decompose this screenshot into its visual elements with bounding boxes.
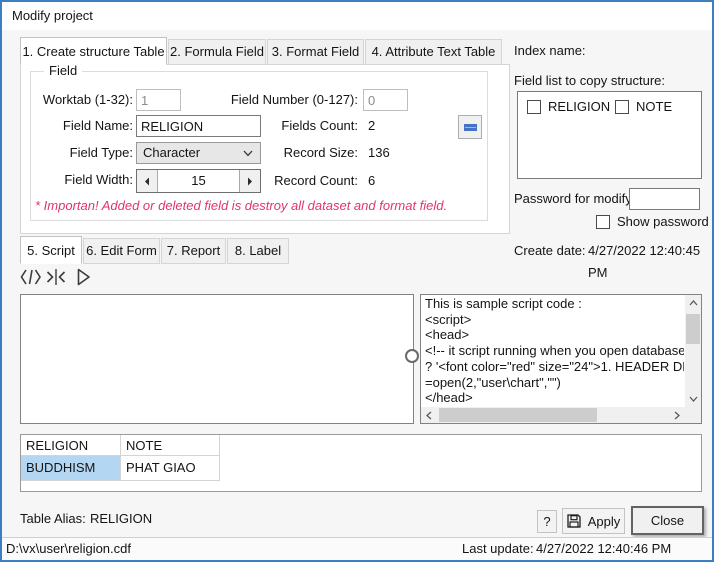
minus-icon bbox=[463, 123, 477, 131]
field-type-value: Character bbox=[143, 145, 201, 160]
vertical-scrollbar-thumb[interactable] bbox=[686, 314, 700, 344]
tab-formula-field[interactable]: 2. Formula Field bbox=[168, 39, 266, 65]
field-name-input[interactable] bbox=[136, 115, 261, 137]
splitter-grip[interactable] bbox=[405, 349, 419, 363]
checkbox-icon[interactable] bbox=[527, 99, 541, 114]
tab-script[interactable]: 5. Script bbox=[20, 236, 82, 264]
script-editor[interactable] bbox=[20, 294, 414, 424]
stepper-decrease-button[interactable] bbox=[137, 170, 158, 192]
password-input[interactable] bbox=[629, 188, 700, 210]
sample-line: <script> bbox=[425, 311, 472, 327]
grid-column-header[interactable]: RELIGION bbox=[21, 435, 121, 456]
tab-label[interactable]: 8. Label bbox=[227, 238, 289, 264]
field-list-box: RELIGION NOTE bbox=[517, 91, 702, 179]
field-width-value: 15 bbox=[191, 173, 206, 188]
help-button[interactable]: ? bbox=[537, 510, 557, 533]
show-password-checkbox[interactable]: Show password bbox=[596, 214, 709, 229]
remove-field-button[interactable] bbox=[458, 115, 482, 139]
record-size-label: Record Size: bbox=[283, 145, 358, 160]
field-list-item-label: RELIGION bbox=[548, 99, 611, 114]
modify-project-dialog: Modify project 1. Create structure Table… bbox=[0, 0, 714, 562]
field-type-select[interactable]: Character bbox=[136, 142, 261, 164]
fields-count-label: Fields Count: bbox=[281, 118, 358, 133]
tab-attribute-text-table[interactable]: 4. Attribute Text Table bbox=[365, 39, 502, 65]
tab-create-structure-table[interactable]: 1. Create structure Table bbox=[20, 37, 167, 65]
scroll-up-icon[interactable] bbox=[685, 295, 701, 311]
field-list-item-label: NOTE bbox=[636, 99, 673, 114]
grid-cell-religion[interactable]: BUDDHISM bbox=[21, 456, 121, 481]
code-icon[interactable] bbox=[20, 268, 44, 288]
password-label: Password for modify: bbox=[514, 191, 636, 206]
file-path: D:\vx\user\religion.cdf bbox=[6, 541, 131, 556]
record-count-value: 6 bbox=[368, 173, 376, 188]
sample-line: =open(2,"user\chart","") bbox=[425, 374, 561, 390]
grid-column-header[interactable]: NOTE bbox=[121, 435, 220, 456]
record-size-value: 136 bbox=[368, 145, 390, 160]
sample-line: This is sample script code : bbox=[425, 296, 582, 311]
tab-format-field[interactable]: 3. Format Field bbox=[267, 39, 364, 65]
sample-line: <!-- it script running when you open dat… bbox=[425, 343, 684, 359]
grid-header-row: RELIGION NOTE bbox=[21, 435, 701, 456]
vertical-scrollbar[interactable] bbox=[685, 295, 701, 407]
arrow-right-icon bbox=[248, 177, 252, 185]
horizontal-scrollbar[interactable] bbox=[421, 407, 685, 423]
sample-script-box[interactable]: This is sample script code : <script> <h… bbox=[420, 294, 702, 424]
worktab-label: Worktab (1-32): bbox=[42, 92, 133, 107]
last-update-label: Last update: bbox=[462, 541, 534, 556]
sample-script-text: This is sample script code : <script> <h… bbox=[425, 296, 684, 406]
run-icon[interactable] bbox=[76, 268, 100, 288]
scroll-left-icon[interactable] bbox=[421, 407, 437, 423]
scrollbar-corner bbox=[685, 407, 701, 423]
field-number-label: Field Number (0-127): bbox=[230, 92, 358, 107]
grid-row-filler bbox=[220, 456, 701, 481]
apply-button-label: Apply bbox=[587, 513, 621, 529]
destructive-change-warning: * Importan! Added or deleted field is de… bbox=[35, 198, 448, 213]
field-list-item-religion[interactable]: RELIGION bbox=[527, 99, 610, 114]
collapse-icon[interactable] bbox=[46, 268, 70, 288]
index-name-label: Index name: bbox=[514, 43, 586, 58]
field-list-item-note[interactable]: NOTE bbox=[615, 99, 672, 114]
save-icon bbox=[567, 514, 581, 528]
field-list-label: Field list to copy structure: bbox=[514, 73, 665, 88]
close-button[interactable]: Close bbox=[631, 506, 704, 535]
window-title: Modify project bbox=[12, 8, 93, 23]
field-groupbox-legend: Field bbox=[44, 63, 83, 78]
chevron-down-icon bbox=[243, 150, 253, 157]
tab-edit-form[interactable]: 6. Edit Form bbox=[83, 238, 160, 264]
arrow-left-icon bbox=[145, 177, 149, 185]
field-width-label: Field Width: bbox=[64, 172, 133, 187]
scroll-down-icon[interactable] bbox=[685, 391, 701, 407]
field-groupbox: Field Worktab (1-32): Field Number (0-12… bbox=[30, 63, 488, 221]
checkbox-icon[interactable] bbox=[596, 214, 610, 229]
grid-header-filler bbox=[220, 435, 701, 456]
last-update-value: 4/27/2022 12:40:46 PM bbox=[536, 541, 672, 556]
record-count-label: Record Count: bbox=[274, 173, 358, 188]
fields-count-value: 2 bbox=[368, 118, 376, 133]
grid-cell-note[interactable]: PHAT GIAO bbox=[121, 456, 220, 481]
apply-button[interactable]: Apply bbox=[562, 508, 625, 534]
create-date-value: 4/27/2022 12:40:45 PM bbox=[588, 243, 701, 280]
data-grid: RELIGION NOTE BUDDHISM PHAT GIAO bbox=[20, 434, 702, 492]
status-bar: D:\vx\user\religion.cdf Last update: 4/2… bbox=[2, 537, 712, 560]
scroll-right-icon[interactable] bbox=[669, 407, 685, 423]
worktab-input bbox=[136, 89, 181, 111]
create-structure-panel: Field Worktab (1-32): Field Number (0-12… bbox=[20, 63, 510, 234]
field-number-input bbox=[363, 89, 408, 111]
tab-report[interactable]: 7. Report bbox=[161, 238, 226, 264]
table-alias-value: RELIGION bbox=[90, 511, 153, 526]
stepper-increase-button[interactable] bbox=[239, 170, 260, 192]
sample-line: <head> bbox=[425, 327, 470, 343]
table-row[interactable]: BUDDHISM PHAT GIAO bbox=[21, 456, 701, 481]
field-type-label: Field Type: bbox=[69, 145, 133, 160]
horizontal-scrollbar-thumb[interactable] bbox=[439, 408, 597, 422]
field-name-label: Field Name: bbox=[62, 118, 133, 133]
field-width-stepper: 15 bbox=[136, 169, 261, 193]
create-date-label: Create date: bbox=[514, 243, 586, 258]
sample-line: </head> bbox=[425, 390, 473, 406]
table-alias-label: Table Alias: bbox=[20, 511, 86, 526]
show-password-label: Show password bbox=[617, 214, 709, 229]
title-bar: Modify project bbox=[2, 2, 712, 30]
checkbox-icon[interactable] bbox=[615, 99, 629, 114]
sample-line: ? '<font color="red" size="24">1. HEADER… bbox=[425, 358, 684, 374]
